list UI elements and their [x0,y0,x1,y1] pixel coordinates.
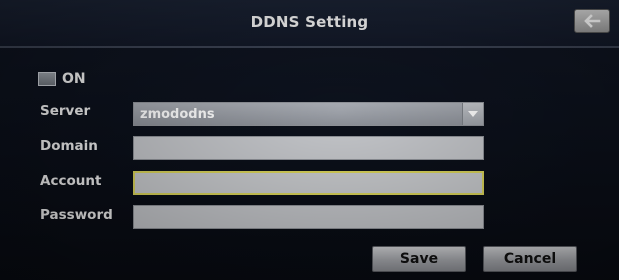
server-dropdown-button[interactable] [462,103,483,125]
enable-label: ON [62,71,86,87]
ddns-setting-screen: DDNS Setting ON Server zmododns Domain A… [0,0,619,280]
cancel-button[interactable]: Cancel [483,246,577,272]
back-button[interactable] [574,9,610,33]
domain-label: Domain [40,138,98,154]
account-field[interactable] [133,171,484,195]
server-label: Server [40,103,91,119]
title-bar: DDNS Setting [0,0,619,48]
password-label: Password [40,207,113,223]
chevron-down-icon [468,111,478,117]
arrow-left-icon [584,14,601,28]
domain-field[interactable] [133,136,484,160]
save-button[interactable]: Save [372,246,466,272]
page-title: DDNS Setting [250,13,369,31]
password-field[interactable] [133,205,484,229]
enable-checkbox[interactable] [38,72,56,86]
server-selected-value: zmododns [140,107,215,122]
ddns-enable-toggle[interactable]: ON [38,70,86,88]
server-select[interactable]: zmododns [133,102,484,126]
account-label: Account [40,173,102,189]
